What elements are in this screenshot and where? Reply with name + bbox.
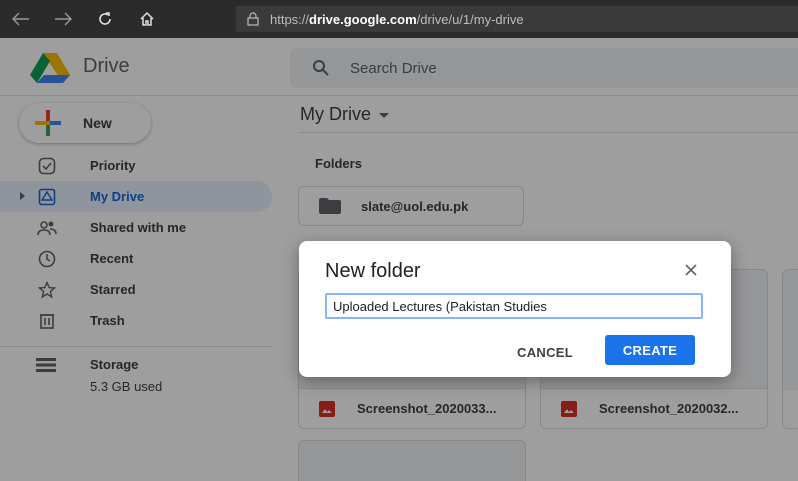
browser-toolbar: https://drive.google.com/drive/u/1/my-dr… — [0, 0, 798, 38]
folder-name-input[interactable] — [325, 293, 703, 319]
lock-icon — [247, 12, 259, 26]
back-icon[interactable] — [0, 0, 42, 38]
address-bar[interactable]: https://drive.google.com/drive/u/1/my-dr… — [236, 6, 798, 32]
new-folder-dialog: New folder CANCEL CREATE — [299, 241, 731, 377]
url-text: https://drive.google.com/drive/u/1/my-dr… — [270, 11, 524, 27]
forward-icon[interactable] — [42, 0, 84, 38]
cancel-button[interactable]: CANCEL — [505, 337, 585, 367]
close-icon[interactable] — [681, 260, 701, 280]
dialog-title: New folder — [325, 260, 421, 282]
home-icon[interactable] — [126, 0, 168, 38]
create-button[interactable]: CREATE — [605, 335, 695, 365]
refresh-icon[interactable] — [84, 0, 126, 38]
